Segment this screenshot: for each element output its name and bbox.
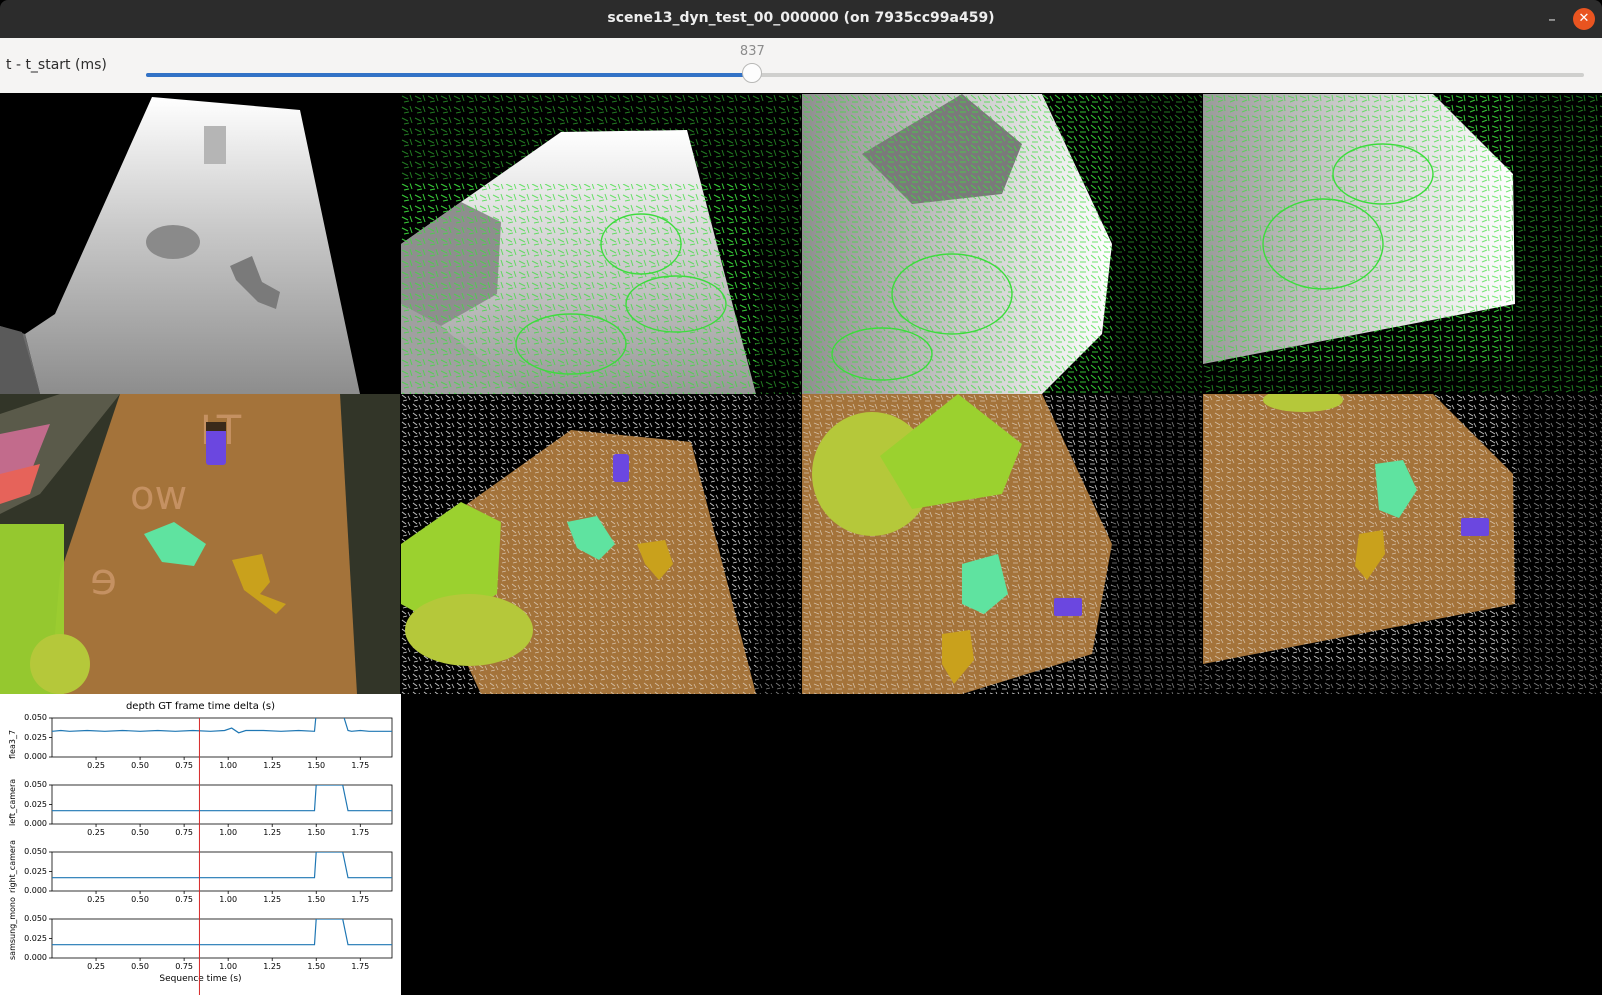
subplot-frame-left_camera (51, 784, 393, 825)
x-tick-label: 0.75 (175, 761, 194, 770)
time-slider-label: t - t_start (ms) (6, 57, 107, 73)
series-group-samsung_mono (52, 919, 392, 946)
x-tick-label: 1.75 (351, 895, 370, 904)
x-tick-label: 1.75 (351, 828, 370, 837)
x-tick-label: 1.00 (219, 828, 238, 837)
x-tick-label: 0.75 (175, 895, 194, 904)
subplot-frame-right_camera (51, 851, 393, 892)
series-line-flea3_7 (52, 718, 392, 734)
segmentation-events-view-2 (802, 394, 1202, 694)
x-tick-label: 0.25 (87, 895, 105, 904)
x-tick-label: 0.50 (131, 895, 149, 904)
minimize-button[interactable]: – (1541, 8, 1563, 30)
plot-canvas (49, 717, 393, 995)
subplot-y-label: flea3_7 (8, 729, 17, 759)
subplot-y-label: samsung_mono (8, 897, 17, 960)
x-tick-label: 1.25 (263, 962, 282, 971)
series-line-samsung_mono (52, 919, 392, 946)
x-tick-label: 1.00 (219, 761, 238, 770)
x-tick-label: 1.50 (307, 761, 326, 770)
close-button[interactable]: ✕ (1573, 8, 1595, 30)
series-group-flea3_7 (52, 718, 392, 734)
x-tick-label: 0.25 (87, 761, 105, 770)
svg-text:ow: ow (130, 473, 187, 519)
x-tick-label: 0.75 (175, 962, 194, 971)
x-tick-label: 1.00 (219, 895, 238, 904)
time-slider-toolbar: t - t_start (ms) 837 (0, 38, 1602, 93)
x-tick-label: 1.50 (307, 962, 326, 971)
segmentation-events-view-1 (401, 394, 801, 694)
subplot-frame-samsung_mono (51, 918, 393, 959)
x-tick-label: 0.50 (131, 761, 149, 770)
depth-events-view-1 (401, 94, 801, 394)
x-tick-label: 0.50 (131, 962, 149, 971)
series-line-left_camera (52, 785, 392, 812)
x-tick-label: 0.75 (175, 828, 194, 837)
segmentation-events-view-3 (1203, 394, 1602, 694)
series-line-right_camera (52, 852, 392, 879)
time-slider-handle[interactable] (742, 63, 763, 83)
rgb-segmentation-view: LT ow ɘ (0, 394, 400, 694)
series-group-right_camera (52, 852, 392, 879)
window-title: scene13_dyn_test_00_000000 (on 7935cc99a… (607, 10, 995, 26)
x-tick-label: 1.25 (263, 895, 282, 904)
time-slider-value: 837 (739, 44, 765, 59)
x-tick-label: 1.50 (307, 895, 326, 904)
x-tick-label: 0.25 (87, 828, 105, 837)
time-slider-track[interactable] (146, 73, 1584, 77)
subplot-y-label: right_camera (8, 839, 17, 893)
x-tick-label: 0.25 (87, 962, 105, 971)
x-tick-label: 1.00 (219, 962, 238, 971)
x-tick-label: 1.25 (263, 828, 282, 837)
x-tick-label: 1.75 (351, 761, 370, 770)
frame-time-delta-plot: depth GT frame time delta (s) Sequence t… (0, 694, 401, 995)
depth-map-view (0, 94, 400, 394)
time-slider-fill (146, 73, 753, 77)
x-tick-label: 1.25 (263, 761, 282, 770)
y-tick-label: 0.050 (24, 713, 47, 722)
x-tick-label: 0.50 (131, 828, 149, 837)
series-group-left_camera (52, 785, 392, 812)
x-tick-label: 1.50 (307, 828, 326, 837)
depth-events-view-3 (1203, 94, 1602, 394)
window-titlebar[interactable]: scene13_dyn_test_00_000000 (on 7935cc99a… (0, 0, 1602, 38)
depth-events-view-2 (802, 94, 1202, 394)
subplot-y-label: left_camera (8, 778, 17, 826)
svg-text:ɘ: ɘ (90, 554, 117, 605)
x-tick-label: 1.75 (351, 962, 370, 971)
subplot-frame-flea3_7 (51, 717, 393, 758)
